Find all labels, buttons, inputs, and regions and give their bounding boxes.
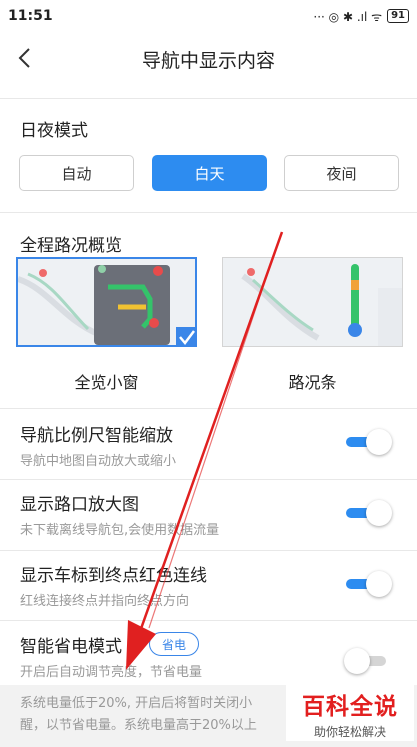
setting-title: 显示路口放大图 <box>20 495 139 515</box>
chevron-left-icon[interactable] <box>14 46 38 70</box>
status-time: 11:51 <box>8 8 53 24</box>
setting-title: 导航比例尺智能缩放 <box>20 426 173 446</box>
red-line-toggle[interactable] <box>344 571 392 597</box>
mini-window-map-preview <box>18 259 195 345</box>
power-saving-badge: 省电 <box>149 632 199 656</box>
page-header: 导航中显示内容 <box>0 32 417 86</box>
status-icons: ··· ◎ ✱ .ıl ᯤ 91 <box>313 8 409 25</box>
status-bar: 11:51 ··· ◎ ✱ .ıl ᯤ 91 <box>0 0 417 32</box>
setting-title: 智能省电模式 <box>20 637 122 657</box>
day-night-night-button[interactable]: 夜间 <box>284 155 399 191</box>
traffic-bar-map-preview <box>223 258 402 346</box>
overview-label: 全程路况概览 <box>20 236 122 256</box>
setting-subtitle: 未下载离线导航包,会使用数据流量 <box>20 523 220 538</box>
setting-title: 显示车标到终点红色连线 <box>20 566 207 586</box>
power-saving-toggle[interactable] <box>344 648 392 674</box>
overview-traffic-bar-option[interactable] <box>222 257 403 347</box>
day-night-auto-button[interactable]: 自动 <box>19 155 134 191</box>
section-divider <box>0 212 417 213</box>
junction-view-toggle[interactable] <box>344 500 392 526</box>
watermark-main-text: 百科全说 <box>302 693 398 720</box>
day-night-label: 日夜模式 <box>20 121 88 141</box>
smart-zoom-toggle[interactable] <box>344 429 392 455</box>
setting-subtitle: 红线连接终点并指向终点方向 <box>20 594 190 609</box>
watermark-sub-text: 助你轻松解决 <box>313 724 386 739</box>
watermark-logo: 百科全说 助你轻松解决 <box>286 685 414 741</box>
section-divider <box>0 408 417 409</box>
status-indicators: ··· ◎ ✱ .ıl ᯤ <box>313 9 383 24</box>
row-divider <box>0 550 417 551</box>
traffic-bar-caption: 路况条 <box>288 373 337 392</box>
battery-icon: 91 <box>387 9 409 23</box>
row-divider <box>0 620 417 621</box>
setting-subtitle: 开启后自动调节亮度，节省电量 <box>20 665 203 680</box>
page-title: 导航中显示内容 <box>141 49 275 72</box>
row-divider <box>0 479 417 480</box>
overview-mini-window-option[interactable] <box>16 257 197 347</box>
mini-window-caption: 全览小窗 <box>74 373 139 392</box>
setting-subtitle: 导航中地图自动放大或缩小 <box>20 454 177 469</box>
day-night-day-button[interactable]: 白天 <box>152 155 267 191</box>
header-divider <box>0 98 417 99</box>
